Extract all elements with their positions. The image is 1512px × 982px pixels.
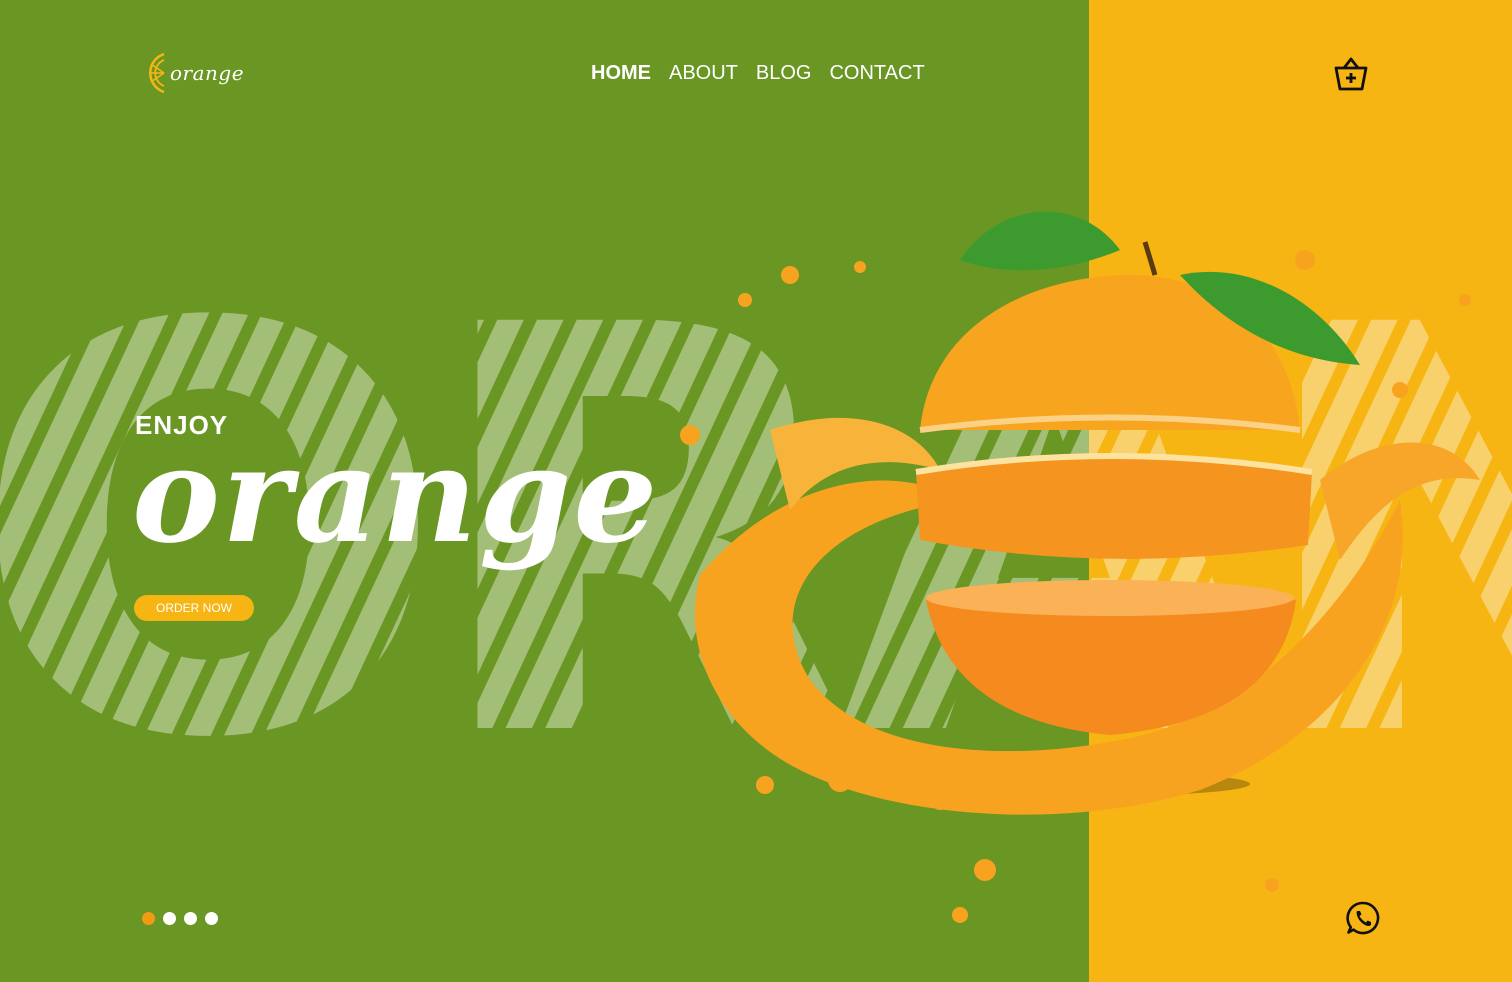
orange-slice-icon <box>149 52 165 94</box>
nav-contact[interactable]: CONTACT <box>829 62 924 85</box>
carousel-dot-1[interactable] <box>142 912 155 925</box>
nav-about[interactable]: ABOUT <box>669 62 738 85</box>
nav-home[interactable]: HOME <box>591 62 651 85</box>
carousel-dots <box>142 912 218 925</box>
logo-text: orange <box>170 61 245 85</box>
order-now-button[interactable]: ORDER NOW <box>134 595 254 621</box>
nav-blog[interactable]: BLOG <box>756 62 812 85</box>
hero-title: orange <box>132 418 660 573</box>
carousel-dot-2[interactable] <box>163 912 176 925</box>
whatsapp-icon[interactable] <box>1345 900 1381 936</box>
basket-icon[interactable] <box>1332 55 1370 93</box>
brand-logo[interactable]: orange <box>140 52 244 94</box>
orange-splash-image <box>680 211 1480 923</box>
main-nav: HOME ABOUT BLOG CONTACT <box>591 62 925 85</box>
carousel-dot-3[interactable] <box>184 912 197 925</box>
carousel-dot-4[interactable] <box>205 912 218 925</box>
